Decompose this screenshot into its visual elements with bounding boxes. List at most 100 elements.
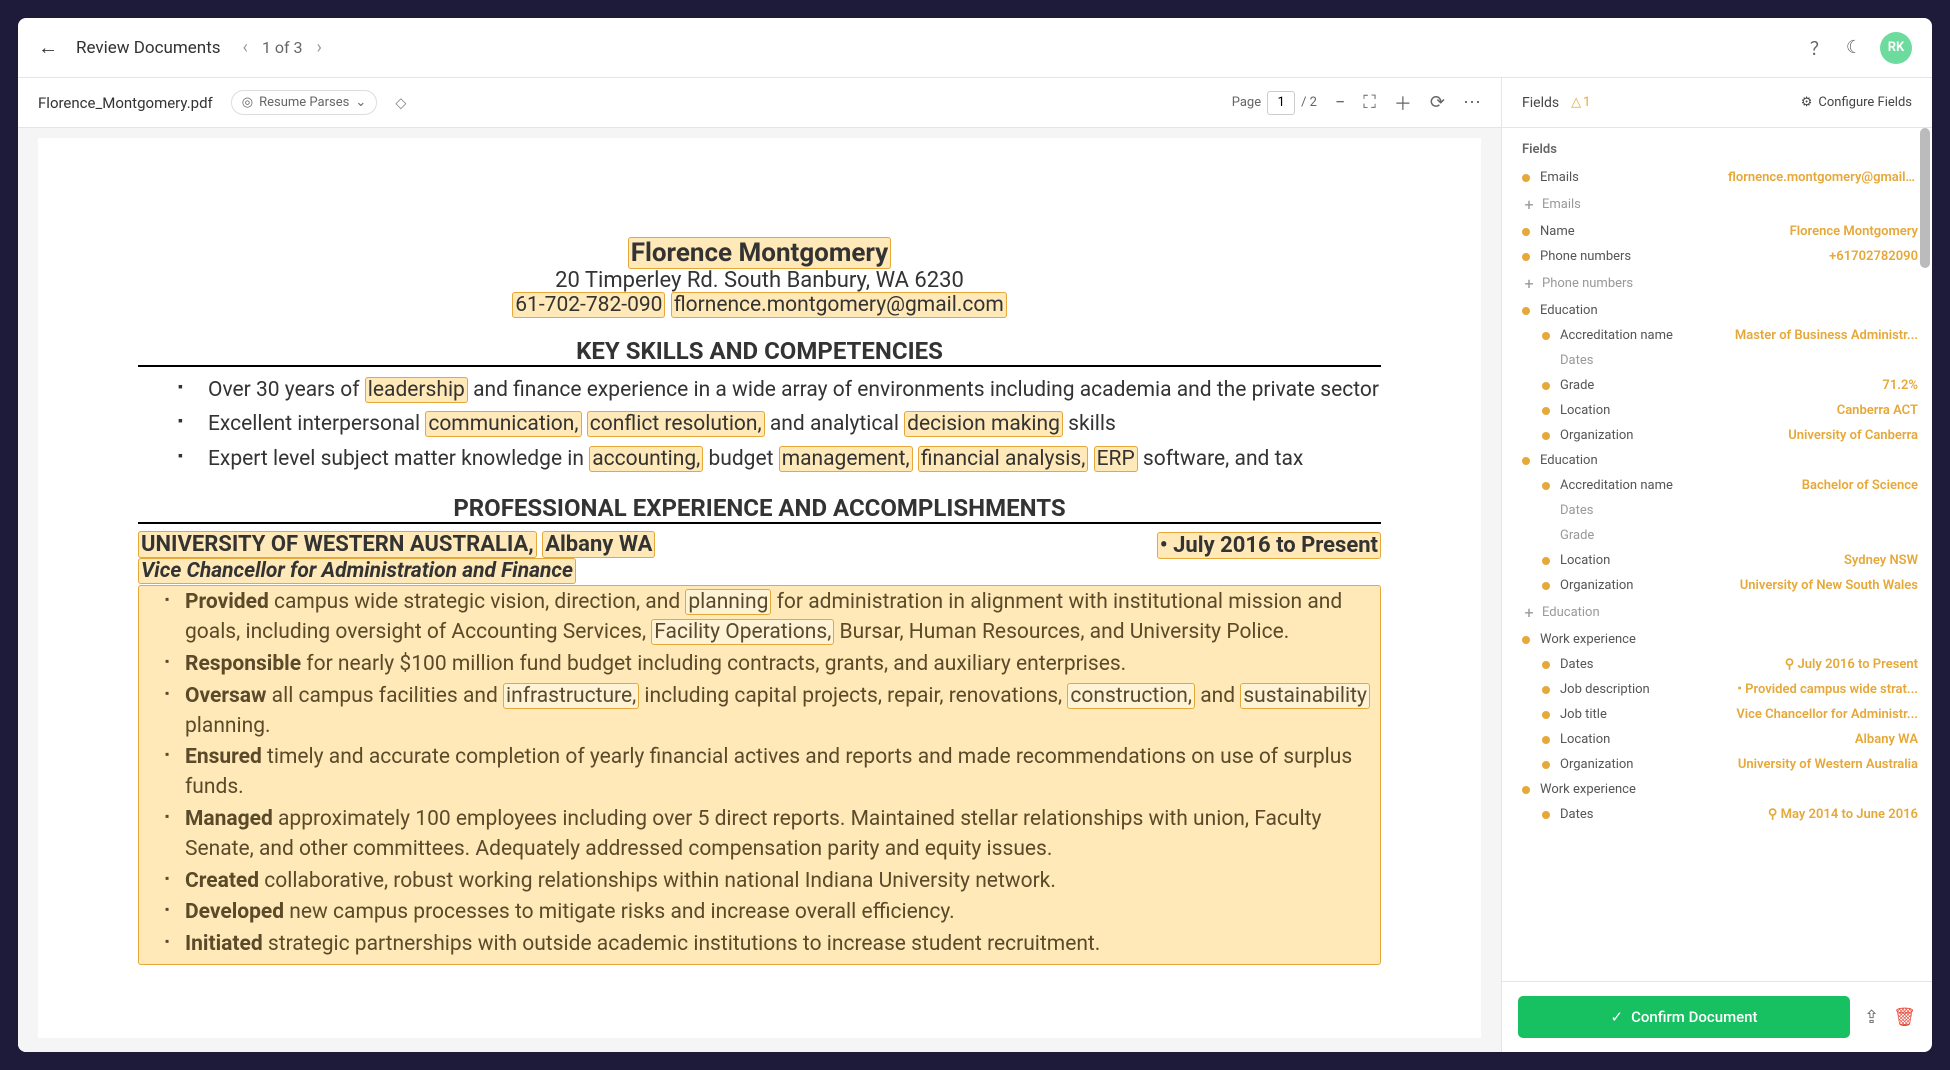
list-item: Ensured timely and accurate completion o… xyxy=(165,743,1374,803)
field-label: Education xyxy=(1540,453,1918,468)
field-label: Name xyxy=(1540,224,1790,239)
skills-list: Over 30 years of leadership and finance … xyxy=(138,375,1381,474)
list-item: Excellent interpersonal communication, c… xyxy=(178,409,1381,439)
experience-header: UNIVERSITY OF WESTERN AUSTRALIA, Albany … xyxy=(138,532,1381,559)
field-row[interactable]: Accreditation nameMaster of Business Adm… xyxy=(1518,323,1922,348)
field-row[interactable]: Grade71.2% xyxy=(1518,373,1922,398)
field-label: Dates xyxy=(1560,657,1785,672)
bullet-icon xyxy=(1542,661,1550,669)
sidebar-header: Fields △1 ⚙ Configure Fields xyxy=(1502,78,1932,128)
sidebar-title: Fields xyxy=(1522,95,1559,111)
bullet-icon xyxy=(1542,811,1550,819)
bullet-icon xyxy=(1542,711,1550,719)
help-icon[interactable]: ？ xyxy=(1810,35,1828,61)
field-value: +61702782090 xyxy=(1829,249,1918,264)
page-title: Review Documents xyxy=(76,38,221,58)
field-row[interactable]: OrganizationUniversity of Canberra xyxy=(1518,423,1922,448)
gear-icon: ⚙ xyxy=(1801,95,1813,110)
field-row[interactable]: LocationSydney NSW xyxy=(1518,548,1922,573)
zoom-in-icon[interactable]: ＋ xyxy=(1394,90,1412,116)
bullet-icon xyxy=(1542,482,1550,490)
field-row[interactable]: Education xyxy=(1518,448,1922,473)
field-label: Job description xyxy=(1560,682,1737,697)
field-row[interactable]: Education xyxy=(1518,298,1922,323)
field-label: Job title xyxy=(1560,707,1736,722)
field-value: ⚲ July 2016 to Present xyxy=(1785,657,1918,672)
list-item: Managed approximately 100 employees incl… xyxy=(165,805,1374,865)
parser-label: Resume Parses xyxy=(259,95,349,110)
field-row[interactable]: OrganizationUniversity of Western Austra… xyxy=(1518,752,1922,777)
warning-badge[interactable]: △1 xyxy=(1571,95,1590,110)
field-row[interactable]: LocationAlbany WA xyxy=(1518,727,1922,752)
field-row[interactable]: LocationCanberra ACT xyxy=(1518,398,1922,423)
page-input[interactable] xyxy=(1267,91,1295,115)
parser-select[interactable]: ◎ Resume Parses ⌄ xyxy=(231,90,377,115)
field-row[interactable]: Dates⚲ May 2014 to June 2016 xyxy=(1518,802,1922,827)
zoom-out-icon[interactable]: − xyxy=(1335,92,1345,113)
list-item: Created collaborative, robust working re… xyxy=(165,867,1374,897)
configure-fields-button[interactable]: ⚙ Configure Fields xyxy=(1801,95,1912,110)
export-icon[interactable]: ⇪ xyxy=(1864,1007,1879,1028)
field-value: Canberra ACT xyxy=(1837,403,1918,418)
bullet-icon xyxy=(1542,736,1550,744)
field-label: Organization xyxy=(1560,578,1740,593)
field-row[interactable]: Grade xyxy=(1518,523,1922,548)
field-label: Work experience xyxy=(1540,632,1918,647)
tag-icon[interactable]: ⬦ xyxy=(395,93,406,113)
field-row[interactable]: Dates⚲ July 2016 to Present xyxy=(1518,652,1922,677)
warning-icon: △ xyxy=(1571,95,1581,110)
document-page: Florence Montgomery 20 Timperley Rd. Sou… xyxy=(38,138,1481,1038)
field-value: Florence Montgomery xyxy=(1790,224,1918,239)
field-label: Location xyxy=(1560,732,1855,747)
field-row[interactable]: OrganizationUniversity of New South Wale… xyxy=(1518,573,1922,598)
experience-role: Vice Chancellor for Administration and F… xyxy=(138,559,1381,583)
theme-toggle-icon[interactable]: ☾ xyxy=(1846,37,1862,58)
field-row[interactable]: Work experience xyxy=(1518,777,1922,802)
field-value: Sydney NSW xyxy=(1844,553,1918,568)
bullet-icon xyxy=(1542,407,1550,415)
delete-icon[interactable]: 🗑 xyxy=(1893,1007,1916,1028)
field-row[interactable]: Dates xyxy=(1518,348,1922,373)
resume-name: Florence Montgomery xyxy=(138,238,1381,268)
document-toolbar: Florence_Montgomery.pdf ◎ Resume Parses … xyxy=(18,78,1501,128)
plus-icon: + xyxy=(1522,603,1536,622)
field-row[interactable]: Job titleVice Chancellor for Administr..… xyxy=(1518,702,1922,727)
field-row[interactable]: Work experience xyxy=(1518,627,1922,652)
document-viewport[interactable]: Florence Montgomery 20 Timperley Rd. Sou… xyxy=(18,128,1501,1052)
page-total: / 2 xyxy=(1301,95,1317,110)
back-arrow-icon[interactable]: ← xyxy=(38,35,58,60)
bullet-icon xyxy=(1522,457,1530,465)
field-row[interactable]: NameFlorence Montgomery xyxy=(1518,219,1922,244)
field-row[interactable]: Phone numbers+61702782090 xyxy=(1518,244,1922,269)
chevron-down-icon: ⌄ xyxy=(355,95,366,110)
confirm-document-button[interactable]: ✓ Confirm Document xyxy=(1518,996,1850,1038)
plus-icon: + xyxy=(1522,274,1536,293)
more-menu-icon[interactable]: ⋯ xyxy=(1463,92,1481,113)
field-row[interactable]: Dates xyxy=(1518,498,1922,523)
fit-screen-icon[interactable]: ⛶ xyxy=(1363,92,1376,113)
bullet-icon xyxy=(1522,307,1530,315)
bullet-icon xyxy=(1542,686,1550,694)
user-avatar[interactable]: RK xyxy=(1880,32,1912,64)
field-row[interactable]: Job description• Provided campus wide st… xyxy=(1518,677,1922,702)
next-doc-button[interactable]: › xyxy=(313,37,326,58)
field-label: Organization xyxy=(1560,757,1738,772)
rotate-icon[interactable]: ⟳ xyxy=(1430,92,1445,113)
field-row[interactable]: +Emails xyxy=(1518,190,1922,219)
bullet-icon xyxy=(1542,582,1550,590)
field-row[interactable]: Accreditation nameBachelor of Science xyxy=(1518,473,1922,498)
field-row[interactable]: Emailsflornence.montgomery@gmail.... xyxy=(1518,165,1922,190)
prev-doc-button[interactable]: ‹ xyxy=(239,37,252,58)
field-label: Grade xyxy=(1560,528,1918,543)
field-row[interactable]: +Phone numbers xyxy=(1518,269,1922,298)
doc-tb-left: Florence_Montgomery.pdf ◎ Resume Parses … xyxy=(38,90,406,115)
field-label: Accreditation name xyxy=(1560,328,1735,343)
bullet-icon xyxy=(1542,332,1550,340)
fields-list[interactable]: Fields Emailsflornence.montgomery@gmail.… xyxy=(1502,128,1932,981)
field-value: University of Western Australia xyxy=(1738,757,1918,772)
field-row[interactable]: +Education xyxy=(1518,598,1922,627)
experience-list: Provided campus wide strategic vision, d… xyxy=(145,588,1374,960)
scrollbar-thumb[interactable] xyxy=(1920,128,1930,268)
field-label: Dates xyxy=(1560,807,1768,822)
field-label: Accreditation name xyxy=(1560,478,1802,493)
